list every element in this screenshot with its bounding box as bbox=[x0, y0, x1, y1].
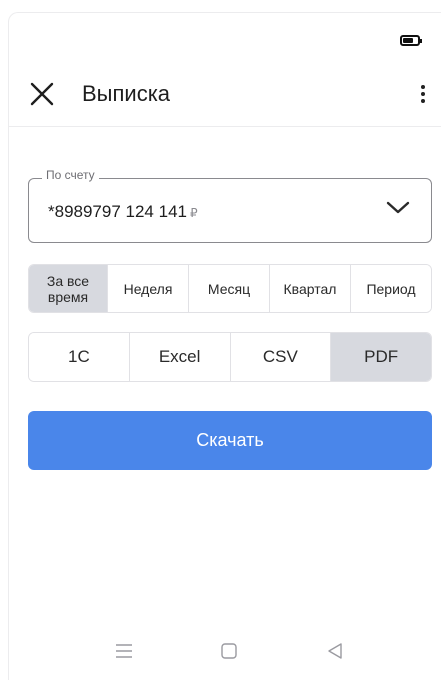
format-option-pdf[interactable]: PDF bbox=[331, 333, 431, 381]
account-select-value: *8989797 124 141 ₽ bbox=[48, 201, 198, 224]
page-title: Выписка bbox=[82, 81, 171, 106]
format-option-csv[interactable]: CSV bbox=[230, 333, 332, 381]
download-button[interactable]: Скачать bbox=[28, 411, 432, 470]
account-number: *8989797 124 141 bbox=[48, 202, 187, 221]
back-icon[interactable] bbox=[326, 640, 344, 662]
account-select-label: По счету bbox=[42, 168, 99, 182]
chevron-down-icon[interactable] bbox=[385, 198, 411, 216]
close-icon bbox=[30, 82, 54, 106]
more-options-button[interactable] bbox=[415, 80, 431, 108]
format-option-1c[interactable]: 1C bbox=[29, 333, 130, 381]
more-vert-icon bbox=[421, 85, 425, 89]
header-divider bbox=[9, 126, 441, 127]
menu-icon[interactable] bbox=[115, 640, 133, 662]
battery-icon bbox=[400, 35, 422, 46]
format-option-excel[interactable]: Excel bbox=[129, 333, 231, 381]
period-selector: За все время Неделя Месяц Квартал Период bbox=[28, 264, 432, 313]
close-button[interactable] bbox=[28, 80, 56, 108]
period-option-all-time[interactable]: За все время bbox=[29, 265, 108, 312]
period-option-month[interactable]: Месяц bbox=[189, 265, 270, 312]
home-icon[interactable] bbox=[220, 640, 238, 662]
period-option-quarter[interactable]: Квартал bbox=[270, 265, 351, 312]
format-selector: 1C Excel CSV PDF bbox=[28, 332, 432, 382]
currency-sign: ₽ bbox=[189, 206, 198, 220]
period-option-week[interactable]: Неделя bbox=[108, 265, 189, 312]
period-option-custom[interactable]: Период bbox=[351, 265, 431, 312]
